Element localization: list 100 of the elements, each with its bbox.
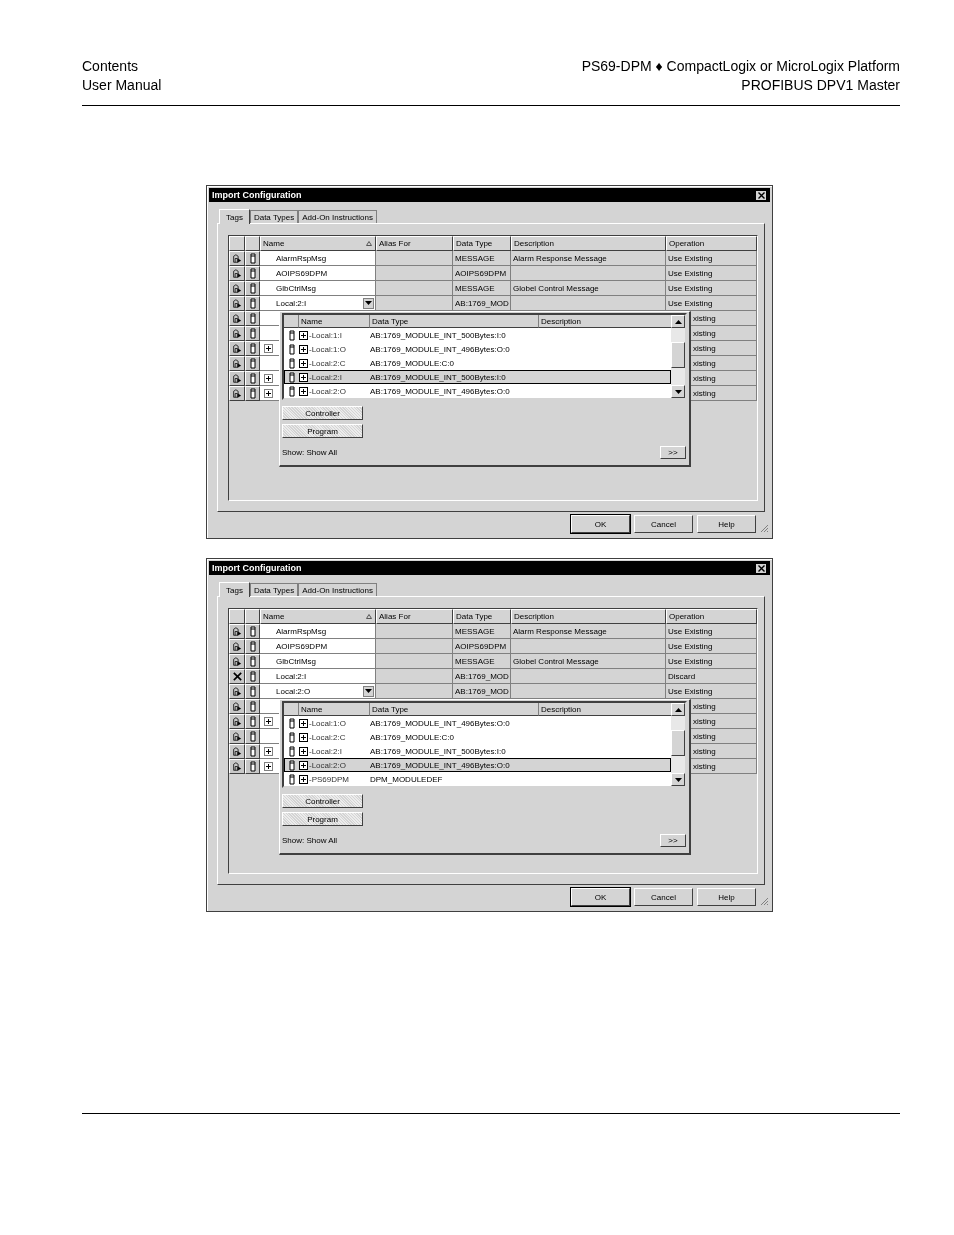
close-button[interactable] bbox=[755, 562, 767, 574]
resize-grip-icon[interactable] bbox=[760, 897, 769, 906]
tag-name: -PS69DPM bbox=[309, 774, 349, 784]
operation-cell: Use Existing bbox=[666, 251, 757, 266]
tab[interactable]: Data Types bbox=[249, 210, 299, 223]
module-icon bbox=[249, 701, 256, 712]
dialog-button[interactable]: Help bbox=[697, 888, 756, 906]
expand-icon[interactable] bbox=[299, 372, 308, 382]
expand-icon[interactable] bbox=[263, 746, 273, 756]
column-header[interactable]: Data Type bbox=[453, 236, 511, 251]
scroll-up-icon[interactable] bbox=[674, 319, 682, 324]
column-header[interactable]: Name bbox=[260, 609, 376, 624]
column-header[interactable]: Data Type bbox=[370, 703, 539, 716]
tab[interactable]: Data Types bbox=[249, 583, 299, 596]
tag-list-item[interactable]: -Local:2:O AB:1769_MODULE_INT_496Bytes:O:0 bbox=[284, 758, 671, 772]
column-header[interactable]: Alias For bbox=[376, 609, 453, 624]
resize-grip-icon[interactable] bbox=[760, 524, 769, 533]
expand-icon[interactable] bbox=[263, 373, 273, 383]
header-text: Contents bbox=[82, 57, 140, 76]
tab[interactable]: Add-On Instructions bbox=[298, 210, 377, 223]
column-header[interactable]: Name bbox=[299, 315, 370, 328]
operation-cell: Use Existing bbox=[666, 281, 757, 296]
filter-button[interactable]: Controller bbox=[282, 406, 363, 420]
tab[interactable]: Tags bbox=[219, 209, 250, 224]
dialog-button[interactable]: Cancel bbox=[634, 888, 693, 906]
tag-name: -Local:2:C bbox=[309, 732, 346, 742]
header-text: User Manual bbox=[82, 76, 162, 95]
description-cell: Globel Control Message bbox=[511, 654, 666, 669]
dropdown-button[interactable] bbox=[363, 685, 374, 697]
expand-icon[interactable] bbox=[263, 343, 273, 353]
tag-data-type: AB:1769_MODULE_INT_496Bytes:O:0 bbox=[370, 718, 511, 728]
column-header[interactable]: Description bbox=[511, 236, 666, 251]
column-header[interactable]: Data Type bbox=[370, 315, 539, 328]
dialog-button[interactable]: OK bbox=[571, 515, 630, 533]
tab[interactable]: Add-On Instructions bbox=[298, 583, 377, 596]
name-dropdown[interactable]: Local:2:O bbox=[276, 684, 375, 698]
module-icon bbox=[249, 746, 256, 757]
module-icon bbox=[249, 716, 256, 727]
tag-list-item[interactable]: -PS69DPM DPM_MODULEDEF bbox=[284, 772, 671, 786]
more-button[interactable]: >> bbox=[660, 446, 686, 459]
filter-button[interactable]: Program bbox=[282, 812, 363, 826]
dialog-button[interactable]: Cancel bbox=[634, 515, 693, 533]
tag-name: AOIPS69DPM bbox=[276, 268, 328, 278]
module-icon bbox=[249, 671, 256, 682]
column-header[interactable]: Operation bbox=[666, 609, 757, 624]
module-icon bbox=[249, 328, 256, 339]
column-header[interactable]: Description bbox=[511, 609, 666, 624]
more-button[interactable]: >> bbox=[660, 834, 686, 847]
operation-cell: Discard bbox=[666, 669, 757, 684]
module-icon bbox=[249, 388, 256, 399]
sort-icon bbox=[366, 241, 372, 246]
column-header[interactable]: Alias For bbox=[376, 236, 453, 251]
expand-icon[interactable] bbox=[263, 716, 273, 726]
close-button[interactable] bbox=[755, 189, 767, 201]
module-icon bbox=[249, 268, 256, 279]
dialog-button[interactable]: OK bbox=[571, 888, 630, 906]
expand-icon[interactable] bbox=[299, 344, 308, 354]
tag-data-type: AB:1769_MODULE:C:0 bbox=[370, 732, 456, 742]
expand-icon[interactable] bbox=[299, 718, 308, 728]
tag-name: Local:2:I bbox=[276, 671, 307, 681]
scroll-down-icon[interactable] bbox=[365, 301, 372, 305]
scroll-down-icon[interactable] bbox=[365, 689, 372, 693]
module-icon bbox=[249, 641, 256, 652]
module-icon bbox=[249, 358, 256, 369]
expand-icon[interactable] bbox=[299, 746, 308, 756]
name-dropdown[interactable]: Local:2:I bbox=[276, 296, 375, 310]
expand-icon[interactable] bbox=[299, 774, 308, 784]
filter-button[interactable]: Program bbox=[282, 424, 363, 438]
expand-icon[interactable] bbox=[299, 330, 308, 340]
tag-data-type: AB:1769_MODULE_INT_496Bytes:O:0 bbox=[370, 386, 511, 396]
module-icon bbox=[249, 313, 256, 324]
data-type-cell: AOIPS69DPM bbox=[453, 266, 511, 281]
tab[interactable]: Tags bbox=[219, 582, 250, 597]
expand-icon[interactable] bbox=[299, 358, 308, 368]
scrollbar[interactable] bbox=[671, 703, 685, 786]
scroll-down-icon[interactable] bbox=[674, 777, 682, 782]
scroll-down-icon[interactable] bbox=[674, 389, 682, 394]
expand-icon[interactable] bbox=[299, 760, 308, 770]
dialog-button[interactable]: Help bbox=[697, 515, 756, 533]
module-icon bbox=[289, 385, 295, 397]
tag-list-item[interactable]: -Local:2:I AB:1769_MODULE_INT_500Bytes:I:0 bbox=[284, 370, 671, 384]
module-icon bbox=[289, 329, 295, 341]
scrollbar[interactable] bbox=[671, 315, 685, 398]
module-icon bbox=[249, 283, 256, 294]
expand-icon[interactable] bbox=[299, 386, 308, 396]
scroll-up-icon[interactable] bbox=[674, 707, 682, 712]
filter-button[interactable]: Controller bbox=[282, 794, 363, 808]
column-header[interactable]: Name bbox=[260, 236, 376, 251]
dropdown-button[interactable] bbox=[363, 297, 374, 309]
data-type-cell: AOIPS69DPM bbox=[453, 639, 511, 654]
column-header[interactable]: Operation bbox=[666, 236, 757, 251]
module-icon bbox=[289, 357, 295, 369]
data-type-cell: MESSAGE bbox=[453, 251, 511, 266]
description-cell: Globel Control Message bbox=[511, 281, 666, 296]
expand-icon[interactable] bbox=[263, 388, 273, 398]
column-header[interactable]: Data Type bbox=[453, 609, 511, 624]
expand-icon[interactable] bbox=[299, 732, 308, 742]
expand-icon[interactable] bbox=[263, 761, 273, 771]
module-icon bbox=[249, 626, 256, 637]
column-header[interactable]: Name bbox=[299, 703, 370, 716]
